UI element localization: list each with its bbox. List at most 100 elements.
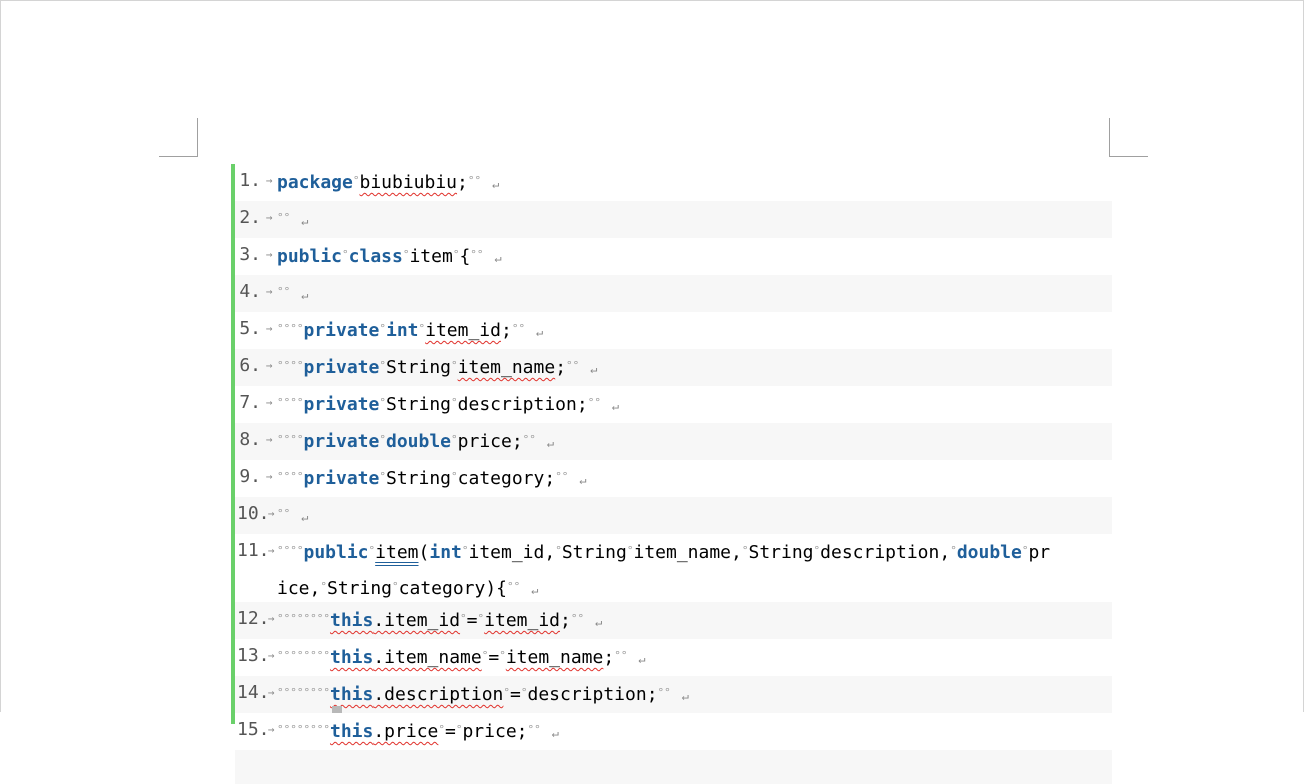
type-name: String bbox=[385, 394, 452, 415]
code-line[interactable]: 8. → °°°°private°double°price;°° ↵ bbox=[235, 423, 1112, 460]
punct: ; bbox=[544, 468, 556, 489]
line-number: 14. bbox=[237, 682, 270, 703]
operator: = bbox=[488, 647, 500, 668]
line-number: 9. bbox=[239, 466, 261, 487]
space-mark: ° bbox=[379, 322, 386, 335]
code-line[interactable]: 15. → °°°°°°°°this.price°=°price;°° ↵ bbox=[235, 713, 1112, 750]
keyword: private bbox=[303, 431, 380, 452]
identifier: description bbox=[457, 394, 577, 415]
keyword: double bbox=[385, 431, 452, 452]
code-line[interactable]: 11. → °°°°public°item(int°item_id,°Strin… bbox=[235, 534, 1112, 602]
keyword: double bbox=[956, 542, 1022, 563]
space-mark: °°°° bbox=[277, 470, 304, 483]
tab-mark-icon: → bbox=[267, 723, 275, 736]
space-mark: ° bbox=[461, 544, 469, 557]
space-mark: °° bbox=[470, 248, 484, 261]
tab-mark-icon: → bbox=[267, 612, 275, 625]
space-mark: °°°°°°°° bbox=[277, 612, 330, 625]
space-mark: ° bbox=[455, 723, 463, 736]
code-text: °°°°private°String°category;°° ↵ bbox=[277, 460, 1112, 497]
code-line[interactable] bbox=[235, 750, 1112, 784]
type-name: String bbox=[385, 357, 452, 378]
space-mark: °°°°°°°° bbox=[277, 649, 330, 662]
code-line[interactable]: 14. → °°°°°°°°this.description°=°descrip… bbox=[235, 676, 1112, 713]
space-mark: ° bbox=[379, 433, 386, 446]
punct: ; bbox=[511, 431, 523, 452]
punct: ; bbox=[646, 684, 658, 705]
identifier: description bbox=[527, 684, 647, 705]
space-mark: ° bbox=[451, 359, 458, 372]
line-number: 10. bbox=[237, 503, 270, 524]
space-mark: °° bbox=[522, 433, 536, 446]
tab-mark-icon: → bbox=[265, 396, 273, 409]
paragraph-mark-icon: ↵ bbox=[301, 288, 309, 302]
code-line[interactable]: 4. → °° ↵ bbox=[235, 275, 1112, 312]
space-mark: °°°° bbox=[277, 433, 304, 446]
code-line[interactable]: 12. → °°°°°°°°this.item_id°=°item_id;°° … bbox=[235, 602, 1112, 639]
identifier: category bbox=[457, 468, 545, 489]
type-name: String bbox=[385, 468, 452, 489]
code-line[interactable]: 10. → °° ↵ bbox=[235, 497, 1112, 534]
space-mark: °°°° bbox=[277, 322, 304, 335]
code-line[interactable]: 3. → public°class°item°{°° ↵ bbox=[235, 238, 1112, 275]
code-line[interactable]: 2. → °° ↵ bbox=[235, 201, 1112, 238]
identifier: item_id bbox=[484, 610, 560, 631]
line-number: 5. bbox=[239, 318, 261, 339]
param: category){ bbox=[398, 578, 508, 599]
space-mark: °° bbox=[614, 649, 628, 662]
code-line[interactable]: 9. → °°°°private°String°category;°° ↵ bbox=[235, 460, 1112, 497]
tab-mark-icon: → bbox=[267, 507, 275, 520]
space-mark: ° bbox=[392, 580, 399, 593]
space-mark: ° bbox=[320, 580, 327, 593]
keyword: package bbox=[277, 172, 353, 193]
space-mark: °°°°°°°° bbox=[277, 723, 330, 736]
space-mark: °° bbox=[657, 686, 671, 699]
paragraph-mark-icon: ↵ bbox=[531, 583, 539, 597]
paragraph-mark-icon: ↵ bbox=[594, 615, 603, 629]
identifier: item bbox=[375, 542, 419, 563]
operator: = bbox=[466, 610, 478, 631]
paragraph-mark-icon: ↵ bbox=[494, 251, 502, 265]
space-mark: °° bbox=[587, 396, 601, 409]
code-text: °°°°°°°°this.description°=°description;°… bbox=[277, 676, 1112, 713]
code-text: °°°°private°double°price;°° ↵ bbox=[277, 423, 1112, 460]
space-mark: °°°° bbox=[277, 544, 304, 557]
code-line[interactable]: 13. → °°°°°°°°this.item_name°=°item_name… bbox=[235, 639, 1112, 676]
keyword: public bbox=[303, 542, 369, 563]
identifier: .description bbox=[373, 684, 504, 705]
code-text: °° ↵ bbox=[277, 201, 1112, 238]
punct: ; bbox=[457, 172, 468, 193]
code-text: public°class°item°{°° ↵ bbox=[277, 238, 1112, 275]
code-block[interactable]: 1. → package°biubiubiu;°° ↵ 2. → °° ↵ 3.… bbox=[231, 164, 1112, 784]
space-mark: °° bbox=[566, 359, 580, 372]
paragraph-mark-icon: ↵ bbox=[579, 473, 587, 487]
param: item_id, bbox=[468, 542, 556, 563]
identifier: price bbox=[462, 721, 517, 742]
space-mark: ° bbox=[451, 470, 458, 483]
space-mark: ° bbox=[460, 612, 467, 625]
param: ice, bbox=[277, 578, 321, 599]
code-line[interactable]: 6. → °°°°private°String°item_name;°° ↵ bbox=[235, 349, 1112, 386]
margin-corner-top-right bbox=[1109, 118, 1110, 157]
space-mark: °° bbox=[507, 580, 521, 593]
space-mark: °° bbox=[527, 723, 541, 736]
code-line[interactable]: 7. → °°°°private°String°description;°° ↵ bbox=[235, 386, 1112, 423]
keyword: private bbox=[303, 468, 380, 489]
identifier: item_id bbox=[425, 320, 501, 341]
type-name: String bbox=[326, 578, 393, 599]
paragraph-mark-icon: ↵ bbox=[301, 214, 309, 228]
punct: ( bbox=[418, 542, 430, 563]
line-number: 4. bbox=[239, 281, 261, 302]
operator: = bbox=[510, 684, 521, 705]
space-mark: °° bbox=[277, 211, 291, 224]
space-mark: °°°° bbox=[277, 359, 304, 372]
keyword: private bbox=[303, 394, 380, 415]
code-line[interactable]: 5. → °°°°private°int°item_id;°° ↵ bbox=[235, 312, 1112, 349]
operator: = bbox=[445, 721, 456, 742]
code-line[interactable]: 1. → package°biubiubiu;°° ↵ bbox=[235, 164, 1112, 201]
paragraph-mark-icon: ↵ bbox=[301, 510, 309, 524]
line-number: 15. bbox=[237, 719, 270, 740]
paragraph-mark-icon: ↵ bbox=[638, 652, 646, 666]
space-mark: ° bbox=[342, 248, 349, 261]
tab-mark-icon: → bbox=[267, 544, 275, 557]
